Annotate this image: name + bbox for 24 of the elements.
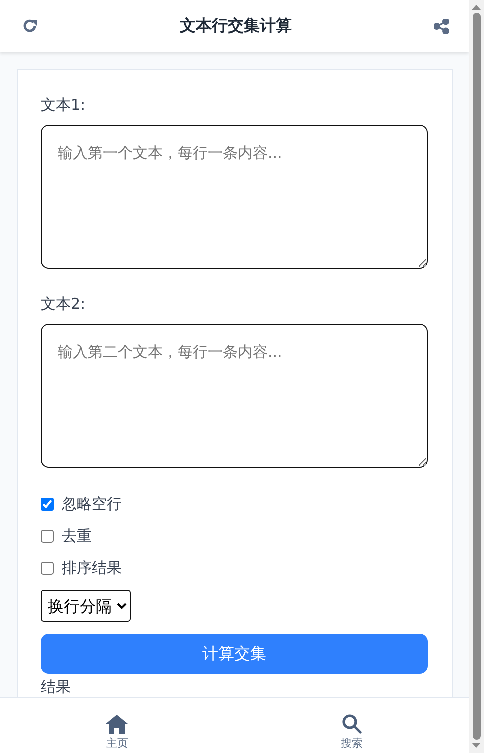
field-label: 文本1: (41, 96, 87, 115)
scroll-down-icon[interactable] (472, 742, 481, 749)
checkbox-label: 忽略空行 (62, 494, 122, 514)
page-title: 文本行交集计算 (180, 16, 292, 36)
checkbox[interactable] (41, 498, 54, 510)
text-input-field[interactable]: 输入第二个文本，每行一条内容... (41, 324, 428, 468)
calculate-button[interactable]: 计算交集 (41, 634, 428, 674)
refresh-button[interactable] (22, 18, 38, 34)
nav-tab[interactable]: 搜索 (234, 698, 469, 753)
checkbox[interactable] (41, 562, 54, 574)
result-label: 结果 (41, 678, 72, 697)
search-icon (342, 714, 362, 734)
checkbox-label: 去重 (62, 526, 92, 546)
refresh-icon (22, 18, 38, 34)
home-icon (106, 715, 128, 734)
nav-tab[interactable]: 主页 (0, 698, 234, 753)
checkbox[interactable] (41, 530, 54, 542)
share-icon (434, 18, 449, 34)
checkbox-label: 排序结果 (62, 558, 122, 578)
share-button[interactable] (434, 18, 449, 34)
separator-dropdown[interactable]: 换行分隔 (41, 590, 131, 622)
text-input-field[interactable]: 输入第一个文本，每行一条内容... (41, 125, 428, 269)
field-label: 文本2: (41, 295, 87, 314)
scroll-up-icon[interactable] (472, 4, 481, 11)
